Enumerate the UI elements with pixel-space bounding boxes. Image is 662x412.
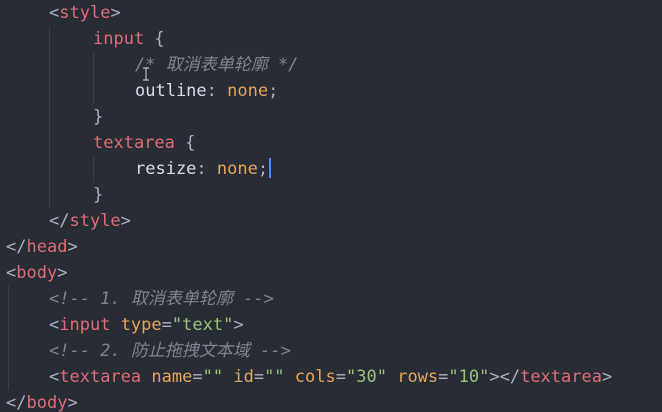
tag-close-bracket: > — [233, 315, 244, 335]
tag-close-bracket: ></ — [489, 367, 521, 387]
tag-open-bracket: </ — [6, 393, 27, 412]
tag-close-bracket: > — [67, 237, 78, 257]
css-comment: /* 取消表单轮廓 */ — [135, 55, 299, 75]
code-line-5[interactable]: } — [93, 104, 103, 130]
code-line-16[interactable]: </body> — [6, 390, 78, 412]
tag-close-bracket: > — [57, 263, 68, 283]
tag-open-bracket: < — [49, 3, 60, 23]
attribute-name: rows — [397, 367, 439, 387]
tag-name: textarea — [520, 367, 602, 387]
css-value: none — [216, 159, 258, 179]
attribute-value: "10" — [448, 367, 490, 387]
code-line-8[interactable]: } — [93, 182, 103, 208]
code-line-14[interactable]: <!-- 2. 防止拖拽文本域 --> — [49, 338, 291, 364]
code-editor[interactable]: <style> input { /* 取消表单轮廓 */ outline: no… — [0, 0, 662, 412]
code-line-10[interactable]: </head> — [6, 234, 78, 260]
text-cursor — [269, 158, 272, 178]
css-brace: } — [93, 185, 104, 205]
tag-close-bracket: > — [120, 211, 131, 231]
attribute-value: "text" — [171, 315, 234, 335]
css-selector: textarea — [93, 133, 175, 153]
code-line-3[interactable]: /* 取消表单轮廓 */ — [135, 52, 298, 78]
indent-guide — [93, 156, 94, 182]
attribute-value: "" — [264, 367, 285, 387]
tag-name: input — [59, 315, 111, 335]
attribute-name: name — [151, 367, 193, 387]
code-line-4[interactable]: outline: none; — [135, 78, 278, 104]
css-brace: { — [144, 29, 165, 49]
indent-guide — [93, 52, 94, 104]
tag-name: body — [26, 393, 68, 412]
css-semicolon: ; — [257, 159, 269, 179]
code-line-6[interactable]: textarea { — [93, 130, 195, 156]
tag-close-bracket: > — [110, 3, 121, 23]
code-line-13[interactable]: <input type="text"> — [49, 312, 244, 338]
tag-open-bracket: </ — [49, 211, 70, 231]
attribute-name: type — [120, 315, 162, 335]
tag-open-bracket: </ — [6, 237, 27, 257]
html-comment: <!-- 1. 取消表单轮廓 --> — [49, 289, 274, 309]
tag-open-bracket: < — [49, 315, 60, 335]
css-brace: { — [174, 133, 196, 153]
tag-close-bracket: > — [67, 393, 78, 412]
code-line-7[interactable]: resize: none; — [135, 156, 272, 182]
tag-name: textarea — [59, 367, 142, 387]
tag-name: head — [26, 237, 68, 257]
css-selector: input — [93, 29, 145, 49]
attribute-value: "" — [202, 367, 224, 387]
indent-guide — [8, 286, 9, 390]
tag-close-bracket: > — [601, 367, 613, 387]
css-colon: : — [206, 81, 228, 101]
css-colon: : — [196, 159, 217, 179]
css-semicolon: ; — [268, 81, 279, 101]
code-line-2[interactable]: input { — [93, 26, 165, 52]
tag-name: style — [59, 3, 111, 23]
css-brace: } — [93, 107, 104, 127]
tag-name: style — [69, 211, 121, 231]
css-property: outline — [135, 81, 207, 101]
css-property: resize — [135, 159, 197, 179]
code-line-9[interactable]: </style> — [49, 208, 131, 234]
attribute-name: id — [233, 367, 254, 387]
attribute-value: "30" — [346, 367, 387, 387]
tag-open-bracket: < — [49, 367, 60, 387]
tag-name: body — [16, 263, 58, 283]
html-comment: <!-- 2. 防止拖拽文本域 --> — [49, 341, 291, 361]
attribute-name: cols — [294, 367, 336, 387]
code-line-15[interactable]: <textarea name="" id="" cols="30" rows="… — [49, 364, 612, 390]
code-line-11[interactable]: <body> — [6, 260, 67, 286]
code-line-1[interactable]: <style> — [49, 0, 121, 26]
tag-open-bracket: < — [6, 263, 17, 283]
equals-sign: = — [161, 315, 172, 335]
code-line-12[interactable]: <!-- 1. 取消表单轮廓 --> — [49, 286, 274, 312]
css-value: none — [227, 81, 269, 101]
mouse-ibeam-icon — [142, 67, 151, 81]
indent-guide — [49, 26, 50, 208]
